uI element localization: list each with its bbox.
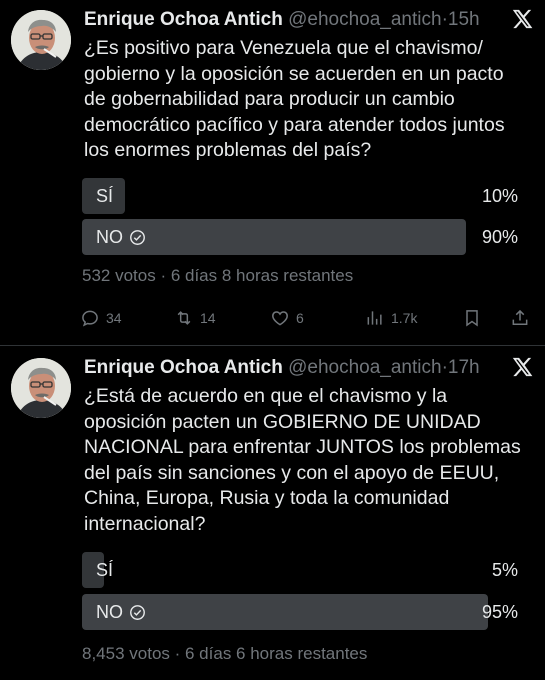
tweet-actions: 34 14 6 1.7k — [80, 305, 530, 331]
poll-option-si[interactable]: SÍ 5% — [82, 552, 520, 588]
tweet-header: Enrique Ochoa Antich @ehochoa_antich·17h — [84, 354, 531, 382]
like-count: 6 — [296, 310, 304, 326]
author-handle[interactable]: @ehochoa_antich — [288, 9, 441, 30]
retweet-count: 14 — [200, 310, 216, 326]
bookmark-button[interactable] — [462, 305, 482, 331]
tweet-time[interactable]: 17h — [448, 357, 480, 378]
x-logo-icon — [512, 357, 533, 377]
tweet-2[interactable]: Enrique Ochoa Antich @ehochoa_antich·17h… — [0, 348, 545, 680]
author-handle[interactable]: @ehochoa_antich — [288, 357, 441, 378]
share-button[interactable] — [510, 305, 530, 331]
tweet-header: Enrique Ochoa Antich @ehochoa_antich·15h — [84, 6, 531, 34]
poll-summary: 532 votos · 6 días 8 horas restantes — [82, 266, 354, 285]
poll-option-percent: 95% — [481, 602, 518, 622]
x-logo-icon — [512, 9, 533, 29]
reply-button[interactable]: 34 — [80, 305, 122, 331]
views-icon — [367, 311, 382, 325]
poll-option-no[interactable]: NO 95% — [82, 594, 520, 630]
poll-option-label: SÍ — [96, 560, 114, 580]
tweet-text: ¿Está de acuerdo en que el chavismo y la… — [84, 385, 521, 535]
poll-option-si[interactable]: SÍ 10% — [82, 178, 520, 214]
author-name[interactable]: Enrique Ochoa Antich — [84, 9, 283, 30]
views-button[interactable]: 1.7k — [365, 305, 417, 331]
tweet-1[interactable]: Enrique Ochoa Antich @ehochoa_antich·15h… — [0, 0, 545, 345]
share-icon — [512, 309, 528, 325]
poll-summary: 8,453 votos · 6 días 6 horas restantes — [82, 644, 368, 663]
tweet-time[interactable]: 15h — [448, 9, 480, 30]
poll-option-percent: 90% — [481, 227, 518, 247]
poll-option-label: SÍ — [96, 186, 114, 206]
reply-icon — [82, 310, 98, 327]
check-circle-icon — [130, 229, 145, 245]
poll-option-label-wrap: NO — [96, 219, 146, 255]
avatar-portrait — [11, 358, 71, 418]
check-circle-icon — [130, 604, 145, 620]
tweet-text: ¿Es positivo para Venezuela que el chavi… — [84, 37, 505, 161]
views-count: 1.7k — [391, 310, 418, 326]
poll-option-label: NO — [96, 602, 123, 622]
author-name[interactable]: Enrique Ochoa Antich — [84, 357, 283, 378]
retweet-button[interactable]: 14 — [174, 305, 216, 331]
tweet-divider — [0, 345, 545, 346]
poll-option-no[interactable]: NO 90% — [82, 219, 520, 255]
poll-option-percent: 5% — [491, 560, 518, 580]
avatar[interactable] — [11, 358, 71, 418]
poll-option-percent: 10% — [481, 186, 518, 206]
retweet-icon — [177, 311, 191, 325]
reply-count: 34 — [106, 310, 122, 326]
poll-option-label: NO — [96, 227, 123, 247]
avatar[interactable] — [11, 10, 71, 70]
bookmark-icon — [466, 310, 478, 327]
like-button[interactable]: 6 — [270, 305, 304, 331]
avatar-portrait — [11, 10, 71, 70]
heart-icon — [272, 311, 288, 326]
poll-option-label-wrap: NO — [96, 594, 146, 630]
